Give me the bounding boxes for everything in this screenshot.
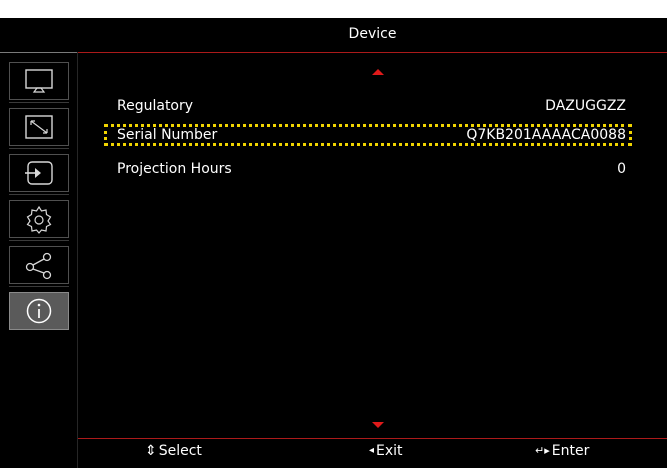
left-arrow-icon: ◂ [369,445,375,456]
row-label: Regulatory [117,98,194,114]
sidebar-item-input[interactable] [9,154,69,192]
sidebar-item-display-size[interactable] [9,108,69,146]
row-value: Q7KB201AAAACA0088 [466,127,626,143]
settings-icon [26,205,52,234]
sidebar-separator [77,52,78,468]
projector-osd-menu: Device Regulatory DAZUGGZZ Serial Number… [0,18,667,468]
footer-hint-label: Enter [551,443,590,459]
sidebar-divider [9,286,69,287]
footer-hint-select: ⇕ Select [145,442,202,460]
footer-hint-enter: ↵▸ Enter [535,442,589,460]
footer-hint-label: Select [158,443,202,459]
page-title: Device [348,26,397,42]
sidebar-item-display[interactable] [9,62,69,100]
info-row-projection-hours: Projection Hours 0 [104,158,632,180]
info-row-regulatory: Regulatory DAZUGGZZ [104,95,632,117]
enter-icon: ↵▸ [535,444,550,457]
menu-header: Device [78,18,667,53]
network-icon [25,252,52,280]
info-icon [26,298,52,324]
resize-icon [25,115,53,139]
footer-divider [78,438,667,439]
scroll-up-arrow-icon [372,69,384,75]
sidebar-item-info[interactable] [9,292,69,330]
sidebar-divider [9,148,69,149]
row-label: Serial Number [117,127,218,143]
sidebar-top-border [0,52,78,56]
row-label: Projection Hours [117,161,232,177]
sidebar-divider [9,194,69,195]
sidebar-divider [9,240,69,241]
row-value: DAZUGGZZ [545,98,626,114]
input-icon [25,161,53,185]
row-value: 0 [617,161,626,177]
updown-arrow-icon: ⇕ [145,443,157,459]
footer-hint-label: Exit [376,443,403,459]
scroll-down-arrow-icon [372,422,384,428]
info-row-serial-number[interactable]: Serial Number Q7KB201AAAACA0088 [104,124,632,146]
sidebar-item-network[interactable] [9,246,69,284]
display-icon [25,69,53,93]
sidebar-divider [9,102,69,103]
sidebar-item-settings[interactable] [9,200,69,238]
footer-hint-exit: ◂ Exit [369,442,403,460]
sidebar [0,52,78,468]
